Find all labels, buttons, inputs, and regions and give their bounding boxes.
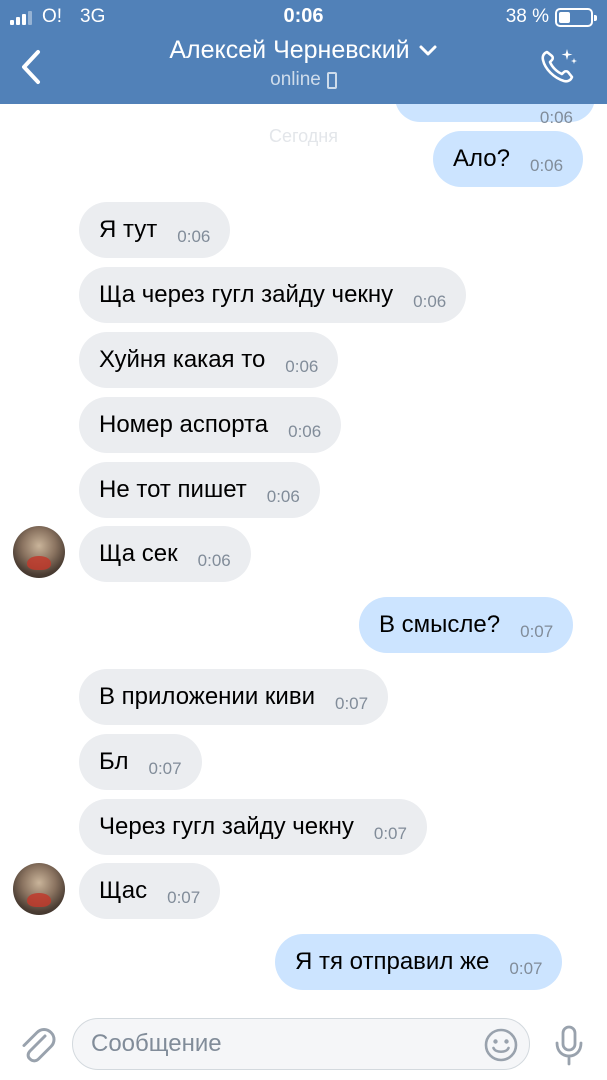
message-time: 0:07 xyxy=(509,959,543,978)
message-bubble-outgoing[interactable]: В смысле? 0:07 xyxy=(359,597,574,653)
status-bar: O! 3G 0:06 38 % xyxy=(0,0,607,34)
message-bubble-incoming[interactable]: Щас 0:07 xyxy=(79,863,221,919)
message-time: 0:07 xyxy=(148,759,182,778)
avatar[interactable] xyxy=(13,863,65,915)
message-bubble-incoming[interactable]: В приложении киви 0:07 xyxy=(79,669,389,725)
message-list[interactable]: Сегодня 0:06 Ало? 0:06 Я тут 0:06 Ща чер… xyxy=(0,104,607,1006)
message-bubble-incoming[interactable]: Я тут 0:06 xyxy=(79,202,231,258)
message-time: 0:07 xyxy=(373,824,407,843)
message-time: 0:06 xyxy=(413,292,447,311)
message-bubble-incoming[interactable]: Номер аспорта 0:06 xyxy=(79,397,342,453)
message-text: Я тя отправил же xyxy=(295,948,490,975)
message-time: 0:07 xyxy=(520,622,554,641)
message-time: 0:06 xyxy=(539,108,573,127)
message-text: Ща через гугл зайду чекну xyxy=(99,281,394,308)
contact-title-area[interactable]: Алексей Черневский online xyxy=(0,36,607,91)
avatar[interactable] xyxy=(13,526,65,578)
contact-name: Алексей Черневский xyxy=(169,36,410,64)
message-text: Ало? xyxy=(453,145,510,172)
microphone-icon xyxy=(555,1025,583,1066)
message-bubble-outgoing[interactable]: Я тя отправил же 0:07 xyxy=(275,934,563,990)
message-text: Ща сек xyxy=(99,540,178,567)
message-time: 0:06 xyxy=(285,357,319,376)
message-composer xyxy=(0,1006,607,1080)
message-time: 0:06 xyxy=(197,551,231,570)
message-time: 0:06 xyxy=(177,227,211,246)
smile-icon[interactable] xyxy=(483,1027,519,1063)
message-time: 0:06 xyxy=(266,487,300,506)
message-time: 0:07 xyxy=(334,694,369,713)
attach-button[interactable] xyxy=(18,1024,56,1064)
message-input[interactable] xyxy=(91,1019,471,1068)
battery-level xyxy=(559,12,570,23)
presence-status: online xyxy=(270,69,321,90)
phone-call-icon xyxy=(541,49,577,83)
message-bubble-incoming[interactable]: Ща через гугл зайду чекну 0:06 xyxy=(79,267,467,323)
message-time: 0:07 xyxy=(167,888,201,907)
message-text: Бл xyxy=(99,748,129,775)
message-input-box[interactable] xyxy=(72,1018,530,1070)
message-text: Хуйня какая то xyxy=(99,346,266,373)
message-bubble-outgoing[interactable]: Ало? 0:06 xyxy=(433,131,584,187)
message-time: 0:06 xyxy=(529,156,564,175)
message-time: 0:06 xyxy=(288,422,322,441)
chevron-down-icon xyxy=(419,45,437,55)
message-bubble-outgoing[interactable]: 0:06 xyxy=(395,104,595,127)
mobile-device-icon xyxy=(326,71,337,89)
message-text: Я тут xyxy=(99,216,158,243)
message-bubble-incoming[interactable]: Хуйня какая то 0:06 xyxy=(79,332,339,388)
message-bubble-incoming[interactable]: Через гугл зайду чекну 0:07 xyxy=(79,799,427,855)
chat-header: O! 3G 0:06 38 % Алексей Черневский onlin… xyxy=(0,0,607,104)
call-button[interactable] xyxy=(537,44,581,88)
battery-percent: 38 % xyxy=(505,6,549,27)
battery-icon xyxy=(555,8,597,27)
message-text: В смысле? xyxy=(379,611,501,638)
message-bubble-incoming[interactable]: Не тот пишет 0:06 xyxy=(79,462,320,518)
message-text: Через гугл зайду чекну xyxy=(99,813,354,840)
message-bubble-incoming[interactable]: Бл 0:07 xyxy=(79,734,202,790)
message-bubble-incoming[interactable]: Ща сек 0:06 xyxy=(79,526,251,582)
message-text: Не тот пишет xyxy=(99,476,247,503)
voice-message-button[interactable] xyxy=(554,1024,584,1068)
message-text: Номер аспорта xyxy=(99,411,269,438)
message-text: Щас xyxy=(99,877,148,904)
message-text: В приложении киви xyxy=(99,683,315,710)
paperclip-icon xyxy=(22,1028,56,1063)
